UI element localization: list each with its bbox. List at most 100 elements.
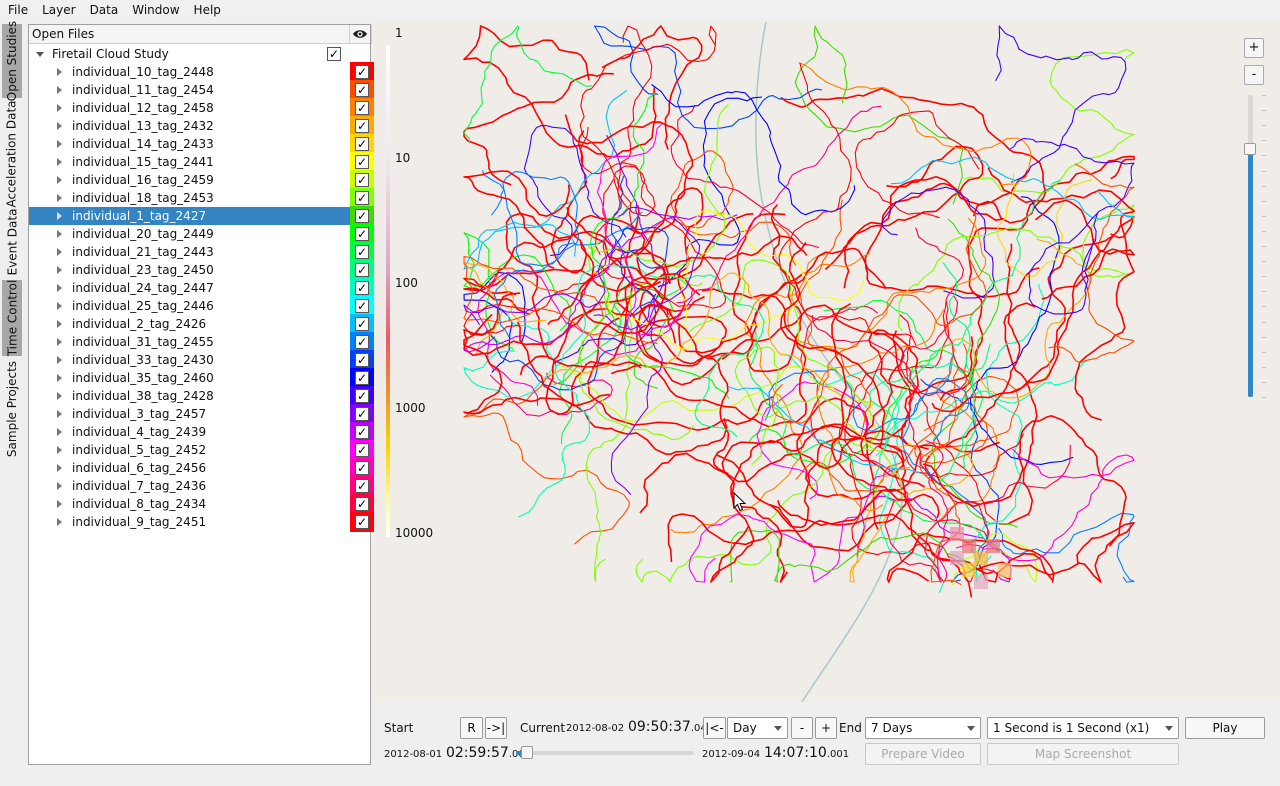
track-color-swatch[interactable]: ✓ [350,296,374,316]
track-color-swatch[interactable]: ✓ [350,170,374,190]
visibility-checkbox[interactable]: ✓ [355,461,369,475]
track-color-swatch[interactable]: ✓ [350,278,374,298]
individual-row[interactable]: individual_21_tag_2443 ✓ [29,242,392,262]
individual-row[interactable]: individual_8_tag_2434 ✓ [29,494,392,514]
track-color-swatch[interactable]: ✓ [350,152,374,172]
expand-arrow-icon[interactable] [57,428,62,436]
individual-row[interactable]: individual_7_tag_2436 ✓ [29,476,392,496]
visibility-checkbox[interactable]: ✓ [355,515,369,529]
step-back-button[interactable]: |<- [703,717,726,739]
tab-time-control[interactable]: Time Control [2,280,22,356]
track-color-swatch[interactable]: ✓ [350,494,374,514]
visibility-checkbox[interactable]: ✓ [355,281,369,295]
visibility-checkbox[interactable]: ✓ [355,173,369,187]
step-minus-button[interactable]: - [791,717,813,739]
tab-event-data[interactable]: Event Data [2,209,22,276]
visibility-checkbox[interactable]: ✓ [355,227,369,241]
individual-row[interactable]: individual_10_tag_2448 ✓ [29,62,392,82]
tab-open-studies[interactable]: Open Studies [2,21,22,101]
individual-row[interactable]: individual_23_tag_2450 ✓ [29,260,392,280]
expand-arrow-icon[interactable] [57,392,62,400]
individual-row[interactable]: individual_35_tag_2460 ✓ [29,368,392,388]
expand-arrow-icon[interactable] [57,374,62,382]
track-color-swatch[interactable]: ✓ [350,134,374,154]
visibility-checkbox[interactable]: ✓ [355,407,369,421]
map-view[interactable] [374,22,1280,702]
visibility-checkbox[interactable]: ✓ [355,335,369,349]
menu-layer[interactable]: Layer [34,0,81,20]
visibility-checkbox[interactable]: ✓ [355,65,369,79]
visibility-checkbox[interactable]: ✓ [355,299,369,313]
individual-row[interactable]: individual_15_tag_2441 ✓ [29,152,392,172]
track-color-swatch[interactable]: ✓ [350,242,374,262]
expand-arrow-icon[interactable] [36,52,44,57]
track-color-swatch[interactable]: ✓ [350,368,374,388]
track-color-swatch[interactable]: ✓ [350,224,374,244]
track-color-swatch[interactable]: ✓ [350,386,374,406]
tab-acceleration-data[interactable]: Acceleration Data [2,100,22,207]
visibility-checkbox[interactable]: ✓ [355,155,369,169]
play-button[interactable]: Play [1185,717,1265,739]
visibility-checkbox[interactable]: ✓ [355,101,369,115]
menu-help[interactable]: Help [186,0,227,20]
expand-arrow-icon[interactable] [57,446,62,454]
visibility-checkbox[interactable]: ✓ [355,263,369,277]
expand-arrow-icon[interactable] [57,194,62,202]
time-slider-handle[interactable] [521,746,534,759]
zoom-out-button[interactable]: - [1244,65,1264,85]
visibility-checkbox[interactable]: ✓ [355,245,369,259]
visibility-checkbox[interactable]: ✓ [355,425,369,439]
expand-arrow-icon[interactable] [57,122,62,130]
step-unit-select[interactable]: Day [727,717,788,739]
expand-arrow-icon[interactable] [57,320,62,328]
expand-arrow-icon[interactable] [57,230,62,238]
individual-row[interactable]: individual_6_tag_2456 ✓ [29,458,392,478]
visibility-checkbox[interactable]: ✓ [355,443,369,457]
expand-arrow-icon[interactable] [57,302,62,310]
visibility-checkbox[interactable]: ✓ [355,389,369,403]
window-length-select[interactable]: 7 Days [865,717,981,739]
expand-arrow-icon[interactable] [57,464,62,472]
individual-row[interactable]: individual_1_tag_2427 ✓ [29,206,392,226]
jump-to-start-button[interactable]: ->| [485,717,507,739]
visibility-checkbox[interactable]: ✓ [355,479,369,493]
zoom-in-button[interactable]: + [1244,38,1264,58]
individual-row[interactable]: individual_33_tag_2430 ✓ [29,350,392,370]
track-color-swatch[interactable]: ✓ [350,512,374,532]
expand-arrow-icon[interactable] [57,410,62,418]
eye-icon[interactable] [351,25,369,43]
individual-row[interactable]: individual_9_tag_2451 ✓ [29,512,392,532]
individual-row[interactable]: individual_14_tag_2433 ✓ [29,134,392,154]
visibility-checkbox[interactable]: ✓ [355,317,369,331]
expand-arrow-icon[interactable] [57,158,62,166]
visibility-checkbox[interactable]: ✓ [355,209,369,223]
study-checkbox[interactable]: ✓ [327,47,341,61]
individual-row[interactable]: individual_20_tag_2449 ✓ [29,224,392,244]
track-color-swatch[interactable]: ✓ [350,260,374,280]
individual-row[interactable]: individual_13_tag_2432 ✓ [29,116,392,136]
menu-data[interactable]: Data [82,0,125,20]
individual-row[interactable]: individual_12_tag_2458 ✓ [29,98,392,118]
individual-row[interactable]: individual_2_tag_2426 ✓ [29,314,392,334]
reset-button[interactable]: R [460,717,483,739]
menu-window[interactable]: Window [124,0,185,20]
track-color-swatch[interactable]: ✓ [350,350,374,370]
expand-arrow-icon[interactable] [57,482,62,490]
track-color-swatch[interactable]: ✓ [350,206,374,226]
track-color-swatch[interactable]: ✓ [350,332,374,352]
track-color-swatch[interactable]: ✓ [350,188,374,208]
individual-row[interactable]: individual_24_tag_2447 ✓ [29,278,392,298]
expand-arrow-icon[interactable] [57,338,62,346]
individual-row[interactable]: individual_31_tag_2455 ✓ [29,332,392,352]
individual-row[interactable]: individual_3_tag_2457 ✓ [29,404,392,424]
individual-row[interactable]: individual_4_tag_2439 ✓ [29,422,392,442]
track-color-swatch[interactable]: ✓ [350,458,374,478]
expand-arrow-icon[interactable] [57,518,62,526]
individual-row[interactable]: individual_18_tag_2453 ✓ [29,188,392,208]
playback-speed-select[interactable]: 1 Second is 1 Second (x1) [987,717,1179,739]
expand-arrow-icon[interactable] [57,356,62,364]
prepare-video-button[interactable]: Prepare Video [865,743,981,765]
step-plus-button[interactable]: + [815,717,837,739]
expand-arrow-icon[interactable] [57,284,62,292]
expand-arrow-icon[interactable] [57,266,62,274]
